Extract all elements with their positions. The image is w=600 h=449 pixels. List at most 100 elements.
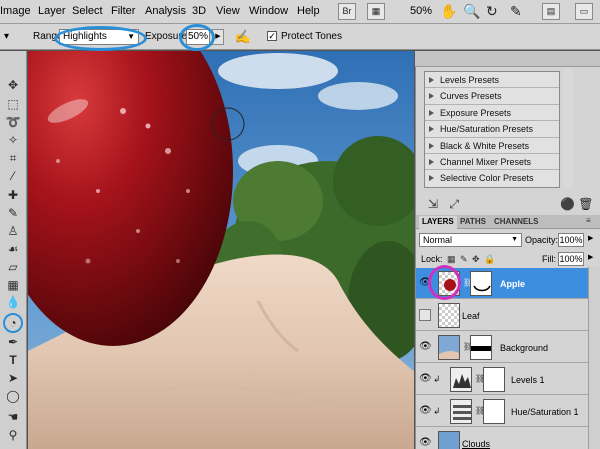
arrange-documents-icon[interactable]: ▤ [542,3,560,20]
eraser-tool-icon[interactable]: ▱ [3,259,23,276]
expand-view-icon[interactable]: ⤢ [449,197,459,211]
document-canvas[interactable] [28,51,414,449]
layer-name[interactable]: Clouds [462,439,490,449]
layer-mask-thumbnail[interactable] [470,335,492,360]
eyedropper-icon[interactable]: ⁄ [3,168,23,185]
menu-select[interactable]: Select [72,5,103,17]
eye-icon[interactable]: 👁 [419,437,432,449]
move-tool-icon[interactable]: ✥ [3,77,23,94]
healing-brush-icon[interactable]: ✚ [3,187,23,204]
fill-input[interactable]: 100% [558,252,584,266]
expand-triangle-icon [429,93,434,100]
preset-levels[interactable]: Levels Presets [425,72,559,89]
menu-bar: Image Layer Select Filter Analysis 3D Vi… [0,0,600,24]
zoom-icon[interactable]: 🔍 [463,3,480,20]
panel-menu-icon[interactable]: ≡ [586,216,591,225]
preset-channel-mixer[interactable]: Channel Mixer Presets [425,154,559,171]
pen-tool-icon[interactable]: ✒ [3,334,23,351]
menu-layer[interactable]: Layer [38,5,66,17]
eye-icon[interactable]: 👁 [419,341,432,353]
zoom-level[interactable]: 50% [410,5,432,17]
clip-to-layer-icon[interactable]: ⚫ [560,197,575,211]
layers-panel: LAYERS PATHS CHANNELS ≡ Normal ▼ Opacity… [415,215,600,449]
tool-preset-chevron-icon[interactable]: ▾ [4,31,9,42]
lock-transparency-icon[interactable]: ▦ [447,254,456,265]
bridge-button[interactable]: Br [338,3,356,20]
preset-hue-saturation[interactable]: Hue/Saturation Presets [425,121,559,138]
lock-label: Lock: [421,254,443,264]
marquee-tool-icon[interactable]: ⬚ [3,96,23,113]
screen-mode-icon[interactable]: ▭ [575,3,593,20]
layer-name[interactable]: Hue/Saturation 1 [511,407,579,417]
blend-mode-select[interactable]: Normal ▼ [419,233,522,247]
tab-channels[interactable]: CHANNELS [494,217,538,226]
layer-thumbnail [438,335,460,360]
layer-row-levels-1[interactable]: 👁 ↲ ⛓ Levels 1 [416,364,588,395]
path-selection-icon[interactable]: ➤ [3,370,23,387]
eye-icon[interactable]: 👁 [419,373,432,385]
preset-selective-color[interactable]: Selective Color Presets [425,170,559,186]
gradient-tool-icon[interactable]: ▦ [3,277,23,294]
layer-name[interactable]: Leaf [462,311,480,321]
expand-triangle-icon [429,77,434,83]
layer-name[interactable]: Apple [500,279,525,289]
dodge-tool-icon[interactable]: ◔ [3,313,23,333]
clone-stamp-icon[interactable]: ♙ [3,223,23,240]
fill-slider-toggle-icon[interactable]: ▶ [588,253,593,261]
layer-mask-thumbnail[interactable] [470,271,492,296]
menu-image[interactable]: Image [0,5,31,17]
crop-tool-icon[interactable]: ⌗ [3,150,23,167]
fill-label: Fill: [542,254,556,264]
expand-triangle-icon [429,109,434,116]
tab-paths[interactable]: PATHS [460,217,486,226]
return-to-list-icon[interactable]: ⇲ [428,197,438,211]
lock-position-icon[interactable]: ✥ [472,254,480,265]
airbrush-icon[interactable]: ✍ [233,28,253,46]
menu-filter[interactable]: Filter [111,5,135,17]
layer-name[interactable]: Levels 1 [511,375,545,385]
preset-curves[interactable]: Curves Presets [425,88,559,105]
adjustment-presets-list: Levels Presets Curves Presets Exposure P… [424,71,560,188]
blur-tool-icon[interactable]: 💧 [3,294,23,311]
history-brush-icon[interactable]: ☙ [3,241,23,258]
opacity-slider-toggle-icon[interactable]: ▶ [588,234,593,242]
menu-analysis[interactable]: Analysis [145,5,186,17]
lock-image-icon[interactable]: ✎ [460,254,468,265]
preset-exposure[interactable]: Exposure Presets [425,105,559,122]
lasso-tool-icon[interactable]: ➰ [3,114,23,131]
lock-all-icon[interactable]: 🔒 [484,254,495,265]
protect-tones-checkbox[interactable]: ✓ [267,31,277,41]
tab-layers[interactable]: LAYERS [419,216,457,229]
layer-name[interactable]: Background [500,343,548,353]
zoom-tool-icon[interactable]: ⚲ [3,427,23,444]
layer-row-background[interactable]: 👁 ⛓ Background [416,332,588,363]
preset-black-white[interactable]: Black & White Presets [425,138,559,154]
rotate-view-alt-icon[interactable]: ✎ [510,3,522,20]
menu-help[interactable]: Help [297,5,320,17]
menu-window[interactable]: Window [249,5,288,17]
brush-tool-icon[interactable]: ✎ [3,205,23,222]
hand-tool-icon[interactable]: ☚ [3,409,23,426]
delete-adjustment-icon[interactable]: 🗑 [578,197,593,211]
type-tool-icon[interactable]: T [3,352,23,369]
layer-mask-thumbnail[interactable] [483,399,505,424]
hand-icon[interactable]: ✋ [440,3,457,20]
layer-mask-thumbnail[interactable] [483,367,505,392]
layer-row-leaf[interactable]: Leaf [416,300,588,331]
view-extras-icon[interactable]: ▦ [367,3,385,20]
menu-3d[interactable]: 3D [192,5,206,17]
layer-row-clouds[interactable]: 👁 Clouds [416,428,588,449]
rotate-view-icon[interactable]: ↻ [486,3,498,20]
layer-row-hue-saturation-1[interactable]: 👁 ↲ ⛓ Hue/Saturation 1 [416,396,588,427]
menu-view[interactable]: View [216,5,240,17]
layer-thumbnail [438,431,460,449]
magic-wand-icon[interactable]: ✧ [3,132,23,149]
eye-icon[interactable]: 👁 [419,405,432,417]
eye-hidden-icon[interactable] [419,309,431,321]
layers-scrollbar[interactable] [588,267,600,449]
toolbox: ✥ ⬚ ➰ ✧ ⌗ ⁄ ✚ ✎ ♙ ☙ ▱ ▦ 💧 ◔ ✒ T ➤ ◯ ☚ ⚲ [0,51,27,449]
adjustments-scrollbar[interactable] [563,68,573,188]
expand-triangle-icon [429,142,434,149]
shape-tool-icon[interactable]: ◯ [3,388,23,405]
opacity-input[interactable]: 100% [558,233,584,247]
